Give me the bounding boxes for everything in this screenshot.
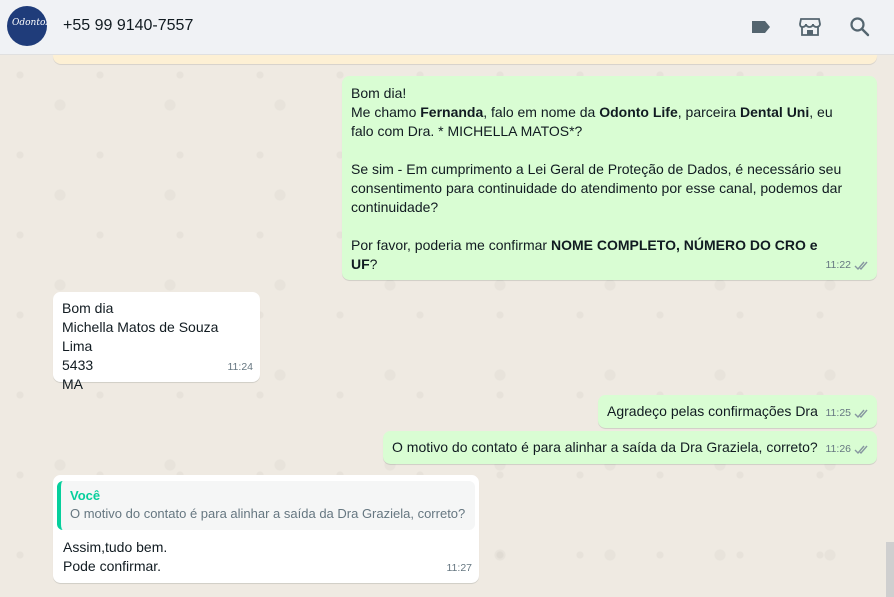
message-outgoing[interactable]: Agradeço pelas confirmações Dra 11:25	[598, 395, 877, 428]
read-ticks-icon	[854, 409, 868, 419]
read-ticks-icon	[854, 261, 868, 271]
message-time: 11:26	[825, 443, 852, 455]
message-incoming[interactable]: Você O motivo do contato é para alinhar …	[53, 475, 479, 583]
contact-avatar[interactable]: OdontoLife	[7, 6, 47, 46]
message-meta: 11:26	[826, 440, 871, 459]
message-text: Bom dia! Me chamo Fernanda, falo em nome…	[351, 85, 846, 272]
chat-header: OdontoLife +55 99 9140-7557	[0, 0, 894, 55]
message-meta: 11:25	[826, 404, 871, 423]
message-time: 11:24	[227, 361, 254, 373]
message-outgoing[interactable]: Bom dia! Me chamo Fernanda, falo em nome…	[342, 76, 877, 280]
quoted-text: O motivo do contato é para alinhar a saí…	[70, 506, 466, 521]
message-meta: 11:27	[447, 559, 473, 578]
label-icon[interactable]	[748, 14, 774, 40]
message-text: O motivo do contato é para alinhar a saí…	[392, 439, 818, 455]
message-time: 11:27	[446, 562, 473, 574]
message-meta: 11:22	[826, 256, 871, 275]
avatar-logo-text: OdontoLife	[12, 18, 47, 28]
contact-name[interactable]: +55 99 9140-7557	[63, 17, 193, 35]
message-time: 11:22	[825, 259, 852, 271]
message-incoming[interactable]: Bom dia Michella Matos de Souza Lima 543…	[53, 292, 260, 392]
message-time: 11:25	[825, 407, 852, 419]
read-ticks-icon	[854, 445, 868, 455]
chat-scrollbar[interactable]	[886, 542, 894, 597]
message-text: Bom dia Michella Matos de Souza Lima 543…	[62, 300, 223, 392]
message-meta: 11:24	[228, 358, 254, 377]
shop-icon[interactable]	[797, 14, 823, 40]
message-text: Assim,tudo bem. Pode confirmar.	[63, 539, 168, 574]
message-outgoing[interactable]: O motivo do contato é para alinhar a saí…	[383, 431, 877, 464]
search-icon[interactable]	[847, 14, 873, 40]
quoted-message[interactable]: Você O motivo do contato é para alinhar …	[57, 481, 475, 530]
quoted-author: Você	[70, 488, 101, 503]
previous-message-edge	[53, 55, 877, 64]
chat-area[interactable]: Bom dia! Me chamo Fernanda, falo em nome…	[0, 55, 894, 597]
